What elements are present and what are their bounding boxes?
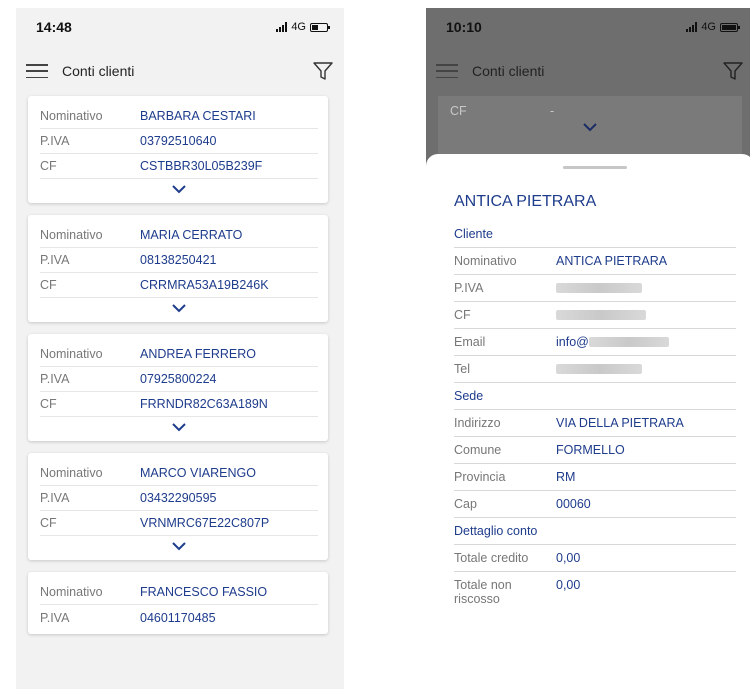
detail-row: Totale non riscosso 0,00 bbox=[454, 578, 581, 606]
status-bar: 10:10 4G bbox=[426, 8, 750, 46]
detail-row: Email info@ bbox=[454, 329, 736, 356]
hamburger-menu-icon[interactable] bbox=[26, 64, 48, 78]
battery-icon bbox=[720, 22, 740, 32]
card-row: CF FRRNDR82C63A189N bbox=[40, 392, 318, 417]
card-row: Nominativo ANDREA FERRERO bbox=[40, 342, 318, 367]
card-row: CF CSTBBR30L05B239F bbox=[40, 154, 318, 179]
app-bar: Conti clienti bbox=[16, 46, 344, 96]
expand-chevron-icon[interactable] bbox=[40, 298, 318, 318]
detail-row: CF bbox=[454, 302, 736, 329]
redacted-value bbox=[588, 337, 669, 347]
detail-row: Nominativo ANTICA PIETRARA bbox=[454, 248, 736, 275]
client-card[interactable]: Nominativo BARBARA CESTARI P.IVA 037925106… bbox=[28, 96, 328, 203]
filter-icon[interactable] bbox=[312, 60, 334, 82]
page-title: Conti clienti bbox=[472, 63, 545, 79]
card-row: CF VRNMRC67E22C807P bbox=[40, 511, 318, 536]
detail-row: Comune FORMELLO bbox=[454, 437, 736, 464]
card-row: CF CRRMRA53A19B246K bbox=[40, 273, 318, 298]
app-bar: Conti clienti bbox=[426, 46, 750, 96]
card-row: P.IVA 03792510640 bbox=[40, 129, 318, 154]
signal-icon bbox=[276, 22, 288, 32]
expand-chevron-icon[interactable] bbox=[40, 417, 318, 437]
left-phone-screen: 14:48 4G Conti clienti Nominativo BARBARA… bbox=[16, 8, 344, 689]
page-title: Conti clienti bbox=[62, 63, 135, 79]
status-time: 10:10 bbox=[446, 19, 482, 35]
redacted-value bbox=[556, 310, 646, 320]
client-detail-sheet: ANTICA PIETRARA Cliente Nominativo ANTICA… bbox=[426, 154, 750, 689]
detail-row: Cap 00060 bbox=[454, 491, 736, 518]
sheet-title: ANTICA PIETRARA bbox=[454, 193, 597, 210]
card-row: P.IVA 07925800224 bbox=[40, 367, 318, 392]
client-name: MARCO VIARENGO bbox=[140, 466, 256, 480]
status-time: 14:48 bbox=[36, 19, 72, 35]
client-card[interactable]: Nominativo ANDREA FERRERO P.IVA 0792580022… bbox=[28, 334, 328, 441]
expand-chevron-icon[interactable] bbox=[40, 536, 318, 556]
expand-chevron-icon[interactable] bbox=[40, 179, 318, 199]
client-name: MARIA CERRATO bbox=[140, 228, 243, 242]
battery-icon bbox=[310, 22, 330, 32]
redacted-value bbox=[556, 283, 642, 293]
detail-row: Indirizzo VIA DELLA PIETRARA bbox=[454, 410, 736, 437]
card-row: Nominativo MARIA CERRATO bbox=[40, 223, 318, 248]
detail-row: Tel bbox=[454, 356, 736, 383]
section-header-dettaglio-conto: Dettaglio conto bbox=[454, 518, 736, 545]
signal-icon bbox=[686, 22, 698, 32]
redacted-value bbox=[556, 364, 642, 374]
card-row: Nominativo FRANCESCO FASSIO bbox=[40, 580, 318, 605]
filter-icon[interactable] bbox=[722, 60, 744, 82]
sheet-drag-handle[interactable] bbox=[563, 166, 627, 169]
card-row: P.IVA 08138250421 bbox=[40, 248, 318, 273]
network-type: 4G bbox=[291, 21, 306, 33]
hamburger-menu-icon[interactable] bbox=[436, 64, 458, 78]
client-card[interactable]: Nominativo MARIA CERRATO P.IVA 08138250421… bbox=[28, 215, 328, 322]
card-row: Nominativo BARBARA CESTARI bbox=[40, 104, 318, 129]
client-name: ANDREA FERRERO bbox=[140, 347, 256, 361]
network-type: 4G bbox=[701, 21, 716, 33]
client-card[interactable]: Nominativo FRANCESCO FASSIO P.IVA 04601170… bbox=[28, 572, 328, 634]
client-card[interactable]: Nominativo MARCO VIARENGO P.IVA 0343229059… bbox=[28, 453, 328, 560]
expand-chevron-icon bbox=[450, 122, 730, 132]
detail-row: P.IVA bbox=[454, 275, 736, 302]
section-header-sede: Sede bbox=[454, 383, 736, 410]
detail-row: Totale credito 0,00 bbox=[454, 545, 736, 572]
card-row: Nominativo MARCO VIARENGO bbox=[40, 461, 318, 486]
client-name: BARBARA CESTARI bbox=[140, 109, 256, 123]
card-row: P.IVA 04601170485 bbox=[40, 610, 216, 625]
status-bar: 14:48 4G bbox=[16, 8, 344, 46]
section-header-cliente: Cliente bbox=[454, 221, 736, 248]
right-phone-screen: 10:10 4G Conti clienti CF - ANTICA PIETR… bbox=[426, 8, 750, 689]
card-row: P.IVA 03432290595 bbox=[40, 486, 318, 511]
dimmed-client-card: CF - bbox=[438, 96, 742, 154]
detail-row: Provincia RM bbox=[454, 464, 736, 491]
client-name: FRANCESCO FASSIO bbox=[140, 585, 268, 599]
